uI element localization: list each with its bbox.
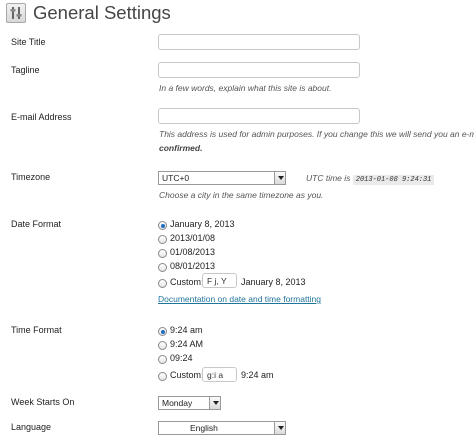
date-format-custom-label: Custom: [170, 277, 204, 287]
date-format-radio-4[interactable] [158, 263, 167, 272]
time-format-radio-3[interactable] [158, 355, 167, 364]
tagline-label: Tagline [11, 65, 40, 75]
email-description: This address is used for admin purposes.… [159, 129, 474, 139]
site-title-input[interactable] [158, 34, 360, 50]
week-starts-label: Week Starts On [11, 397, 75, 407]
dropdown-arrow-icon [274, 422, 285, 434]
utc-prefix: UTC time is [306, 173, 351, 183]
time-format-radio-custom[interactable] [158, 372, 167, 381]
date-format-radio-1[interactable] [158, 221, 167, 230]
language-label: Language [11, 422, 52, 432]
time-format-radio-1[interactable] [158, 327, 167, 336]
time-format-radio-2[interactable] [158, 341, 167, 350]
time-format-custom-input[interactable] [202, 367, 237, 382]
timezone-label: Timezone [11, 172, 51, 182]
tagline-input[interactable] [158, 62, 360, 78]
date-format-option-2: 2013/01/08 [170, 233, 216, 243]
time-format-option-3: 09:24 [170, 353, 193, 363]
date-format-custom-input[interactable] [202, 273, 237, 288]
timezone-help: Choose a city in the same timezone as yo… [159, 190, 324, 200]
date-format-radio-2[interactable] [158, 235, 167, 244]
language-select[interactable]: English [158, 421, 286, 435]
week-starts-selected: Monday [162, 398, 193, 408]
timezone-selected: UTC+0 [162, 173, 190, 183]
time-format-custom-label: Custom: [170, 370, 204, 380]
tagline-description: In a few words, explain what this site i… [159, 83, 332, 93]
date-format-radio-3[interactable] [158, 249, 167, 258]
settings-icon [6, 3, 26, 23]
date-format-option-1: January 8, 2013 [170, 219, 235, 229]
email-input[interactable] [158, 108, 360, 124]
date-format-custom-preview: January 8, 2013 [241, 277, 306, 287]
time-format-option-2: 9:24 AM [170, 339, 204, 349]
date-format-label: Date Format [11, 219, 62, 229]
language-selected: English [190, 423, 218, 433]
timezone-select[interactable]: UTC+0 [158, 171, 286, 185]
date-format-option-3: 01/08/2013 [170, 247, 216, 257]
date-format-option-4: 08/01/2013 [170, 261, 216, 271]
time-format-label: Time Format [11, 325, 62, 335]
time-format-custom-preview: 9:24 am [241, 370, 274, 380]
utc-time: 2013-01-08 9:24:31 [352, 175, 435, 185]
dropdown-arrow-icon [209, 397, 220, 409]
dropdown-arrow-icon [274, 172, 285, 184]
week-starts-select[interactable]: Monday [158, 396, 221, 410]
date-format-radio-custom[interactable] [158, 279, 167, 288]
page-title: General Settings [33, 2, 171, 23]
email-label: E-mail Address [11, 112, 72, 122]
date-time-docs-link[interactable]: Documentation on date and time formattin… [158, 294, 321, 304]
site-title-label: Site Title [11, 37, 46, 47]
time-format-option-1: 9:24 am [170, 325, 203, 335]
email-description-confirmed: confirmed. [159, 143, 203, 153]
